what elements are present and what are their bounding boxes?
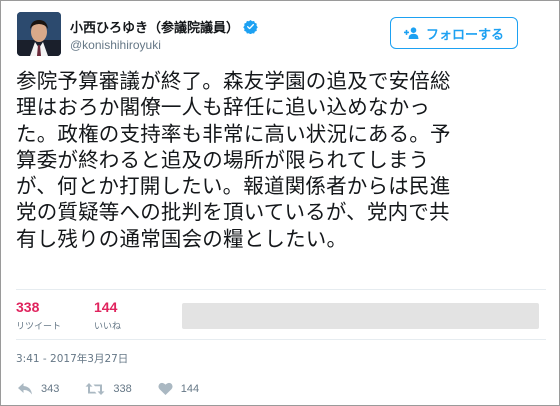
retweet-stat[interactable]: 338 リツイート	[16, 298, 72, 332]
like-stat[interactable]: 144 いいね	[94, 298, 154, 332]
tweet-card: 小西ひろゆき（参議院議員） @konishihiroyuki フォローする 参院…	[0, 0, 560, 406]
verified-badge-icon	[243, 19, 258, 35]
tweet-text: 参院予算審議が終了。森友学園の追及で安倍総 理はおろか閣僚一人も辞任に追い込めな…	[16, 69, 451, 251]
user-name-row[interactable]: 小西ひろゆき（参議院議員）	[70, 17, 258, 36]
tweet-actions: 343 338 144	[17, 382, 225, 396]
display-name[interactable]: 小西ひろゆき（参議院議員）	[70, 17, 239, 36]
divider-top	[16, 289, 546, 290]
reply-count: 343	[41, 383, 60, 395]
like-action[interactable]: 144	[158, 382, 199, 396]
follow-button-label: フォローする	[425, 27, 504, 43]
reply-icon	[17, 382, 33, 396]
avatar[interactable]	[17, 12, 61, 56]
heart-icon	[158, 382, 173, 396]
like-label: いいね	[94, 322, 122, 332]
retweet-action[interactable]: 338	[85, 382, 132, 396]
follow-button[interactable]: フォローする	[390, 17, 518, 49]
retweet-count: 338	[16, 299, 40, 315]
user-handle[interactable]: @konishihiroyuki	[70, 38, 161, 52]
like-count: 144	[94, 299, 118, 315]
likers-avatars-placeholder[interactable]	[182, 303, 539, 329]
reply-action[interactable]: 343	[17, 382, 59, 396]
tweet-stats: 338 リツイート 144 いいね	[16, 298, 154, 332]
like-action-count: 144	[180, 383, 200, 395]
retweet-label: リツイート	[16, 322, 62, 332]
retweet-action-count: 338	[113, 383, 132, 395]
add-user-icon	[403, 27, 420, 39]
timestamp[interactable]: 3:41 - 2017年3月27日	[16, 351, 128, 366]
retweet-icon	[85, 382, 105, 396]
divider-bottom	[16, 339, 546, 340]
